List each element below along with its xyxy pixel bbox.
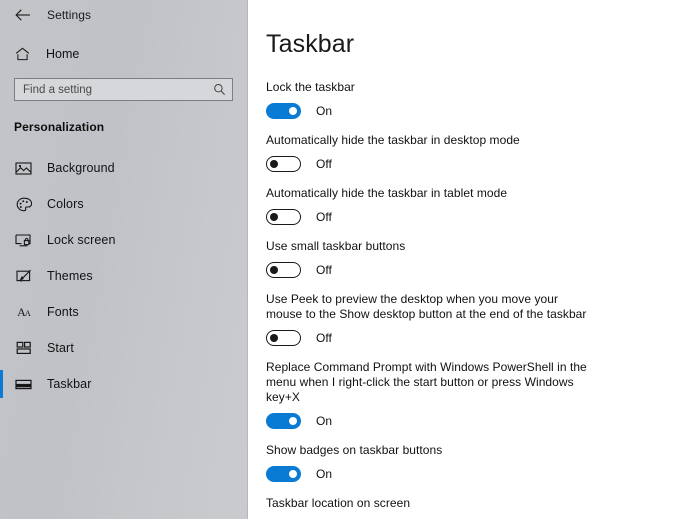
setting-lock-the-taskbar: Lock the taskbar On xyxy=(266,80,700,119)
toggle-knob xyxy=(270,334,278,342)
setting-auto-hide-desktop-mode: Automatically hide the taskbar in deskto… xyxy=(266,133,700,172)
sidebar-item-themes[interactable]: Themes xyxy=(0,258,247,294)
toggle-auto-hide-desktop-mode[interactable] xyxy=(266,156,301,172)
toggle-lock-the-taskbar[interactable] xyxy=(266,103,301,119)
sidebar-item-background-label: Background xyxy=(47,161,115,175)
image-icon xyxy=(14,159,33,177)
toggle-auto-hide-tablet-mode[interactable] xyxy=(266,209,301,225)
setting-label: Use small taskbar buttons xyxy=(266,239,406,253)
setting-show-badges: Show badges on taskbar buttons On xyxy=(266,443,700,482)
search-input[interactable] xyxy=(23,79,212,100)
sidebar-item-home[interactable]: Home xyxy=(0,39,247,69)
sidebar: Settings Home Personalization xyxy=(0,0,248,519)
toggle-knob xyxy=(289,470,297,478)
toggle-row: Off xyxy=(266,330,700,346)
toggle-row: Off xyxy=(266,209,700,225)
setting-label: Automatically hide the taskbar in tablet… xyxy=(266,186,508,200)
sidebar-item-lock-screen[interactable]: Lock screen xyxy=(0,222,247,258)
settings-window: Settings Home Personalization xyxy=(0,0,700,519)
setting-label: Use Peek to preview the desktop when you… xyxy=(266,292,587,321)
tiles-grid-icon xyxy=(14,339,33,357)
toggle-state-label: Off xyxy=(316,157,332,171)
sidebar-item-taskbar-label: Taskbar xyxy=(47,377,92,391)
toggle-use-peek[interactable] xyxy=(266,330,301,346)
paintbrush-icon xyxy=(14,267,33,285)
main-content: Taskbar Lock the taskbar On Automaticall… xyxy=(248,0,700,519)
setting-label: Automatically hide the taskbar in deskto… xyxy=(266,133,520,147)
setting-small-taskbar-buttons: Use small taskbar buttons Off xyxy=(266,239,700,278)
setting-label: Taskbar location on screen xyxy=(266,496,411,510)
sidebar-category-title: Personalization xyxy=(14,120,105,134)
setting-label: Show badges on taskbar buttons xyxy=(266,443,443,457)
toggle-row: On xyxy=(266,103,700,119)
toggle-row: Off xyxy=(266,156,700,172)
setting-taskbar-location: Taskbar location on screen Bottom xyxy=(266,496,700,519)
setting-label: Replace Command Prompt with Windows Powe… xyxy=(266,360,587,404)
search-box[interactable] xyxy=(14,78,233,101)
toggle-replace-command-prompt[interactable] xyxy=(266,413,301,429)
sidebar-item-colors-label: Colors xyxy=(47,197,84,211)
toggle-state-label: On xyxy=(316,467,333,481)
sidebar-item-home-label: Home xyxy=(46,47,80,61)
setting-replace-command-prompt: Replace Command Prompt with Windows Powe… xyxy=(266,360,700,429)
toggle-knob xyxy=(270,160,278,168)
sidebar-item-background[interactable]: Background xyxy=(0,150,247,186)
window-title: Settings xyxy=(47,8,92,22)
sidebar-item-fonts-label: Fonts xyxy=(47,305,79,319)
sidebar-item-start[interactable]: Start xyxy=(0,330,247,366)
palette-icon xyxy=(14,195,33,213)
toggle-row: Off xyxy=(266,262,700,278)
toggle-small-taskbar-buttons[interactable] xyxy=(266,262,301,278)
back-arrow-icon[interactable] xyxy=(10,3,36,27)
toggle-state-label: Off xyxy=(316,263,332,277)
sidebar-item-start-label: Start xyxy=(47,341,74,355)
toggle-state-label: Off xyxy=(316,210,332,224)
toggle-state-label: Off xyxy=(316,331,332,345)
toggle-knob xyxy=(289,107,297,115)
toggle-knob xyxy=(289,417,297,425)
home-icon xyxy=(13,45,31,63)
setting-label: Lock the taskbar xyxy=(266,80,355,94)
sidebar-item-fonts[interactable]: AA Fonts xyxy=(0,294,247,330)
toggle-row: On xyxy=(266,413,700,429)
page-title: Taskbar xyxy=(266,30,355,58)
sidebar-item-lock-screen-label: Lock screen xyxy=(47,233,116,247)
toggle-state-label: On xyxy=(316,414,333,428)
sidebar-item-taskbar[interactable]: Taskbar xyxy=(0,366,247,402)
sidebar-item-colors[interactable]: Colors xyxy=(0,186,247,222)
sidebar-nav-list: Background Colors Lock screen Themes AA … xyxy=(0,150,247,402)
toggle-row: On xyxy=(266,466,700,482)
toggle-show-badges[interactable] xyxy=(266,466,301,482)
setting-use-peek: Use Peek to preview the desktop when you… xyxy=(266,292,700,346)
selection-indicator xyxy=(0,370,3,398)
taskbar-icon xyxy=(14,375,33,393)
toggle-knob xyxy=(270,266,278,274)
search-icon xyxy=(212,83,226,97)
setting-auto-hide-tablet-mode: Automatically hide the taskbar in tablet… xyxy=(266,186,700,225)
toggle-knob xyxy=(270,213,278,221)
title-bar: Settings xyxy=(0,0,247,30)
toggle-state-label: On xyxy=(316,104,333,118)
sidebar-item-themes-label: Themes xyxy=(47,269,93,283)
monitor-lock-icon xyxy=(14,231,33,249)
font-aa-icon: AA xyxy=(17,305,31,319)
